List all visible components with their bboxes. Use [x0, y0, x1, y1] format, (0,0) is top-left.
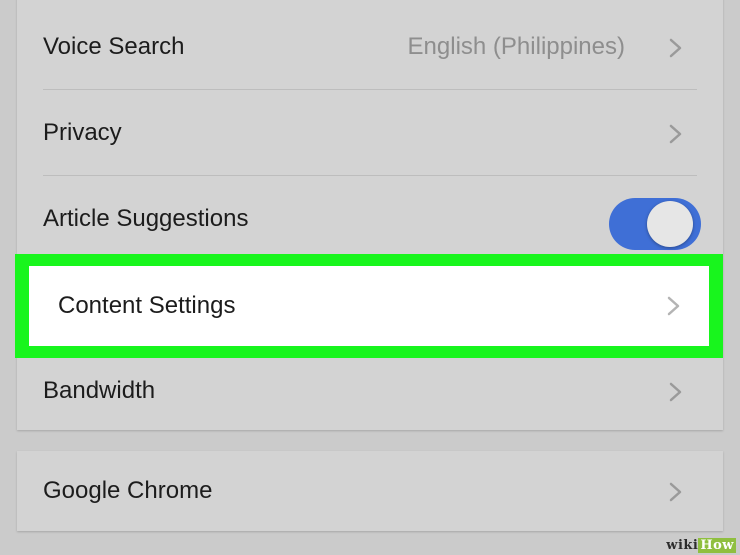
setting-row-bandwidth[interactable]: Bandwidth: [17, 348, 723, 434]
chevron-right-icon: [669, 382, 683, 402]
setting-row-voice-search[interactable]: Voice Search English (Philippines): [17, 4, 723, 90]
chevron-right-icon: [669, 38, 683, 58]
content-settings-label: Content Settings: [58, 292, 236, 319]
setting-row-google-chrome[interactable]: Google Chrome: [17, 448, 723, 534]
watermark-part2: How: [698, 538, 736, 553]
privacy-label: Privacy: [43, 119, 122, 146]
voice-search-label: Voice Search: [43, 33, 185, 60]
content-settings-highlight: Content Settings: [15, 254, 723, 358]
toggle-knob: [647, 201, 693, 247]
article-suggestions-label: Article Suggestions: [43, 205, 249, 232]
wikihow-watermark: wiki How: [666, 538, 736, 553]
chevron-right-icon: [669, 124, 683, 144]
setting-row-privacy[interactable]: Privacy: [17, 90, 723, 176]
article-suggestions-toggle[interactable]: [609, 198, 701, 250]
settings-card: Voice Search English (Philippines) Priva…: [17, 0, 723, 430]
chevron-right-icon: [667, 296, 681, 316]
setting-row-article-suggestions: Article Suggestions: [17, 176, 723, 262]
bandwidth-label: Bandwidth: [43, 377, 156, 404]
chevron-right-icon: [669, 482, 683, 502]
google-chrome-label: Google Chrome: [43, 477, 213, 504]
chrome-card: Google Chrome: [17, 451, 723, 531]
setting-row-content-settings[interactable]: Content Settings: [29, 266, 709, 346]
voice-search-value: English (Philippines): [407, 33, 625, 60]
watermark-part1: wiki: [666, 538, 699, 553]
